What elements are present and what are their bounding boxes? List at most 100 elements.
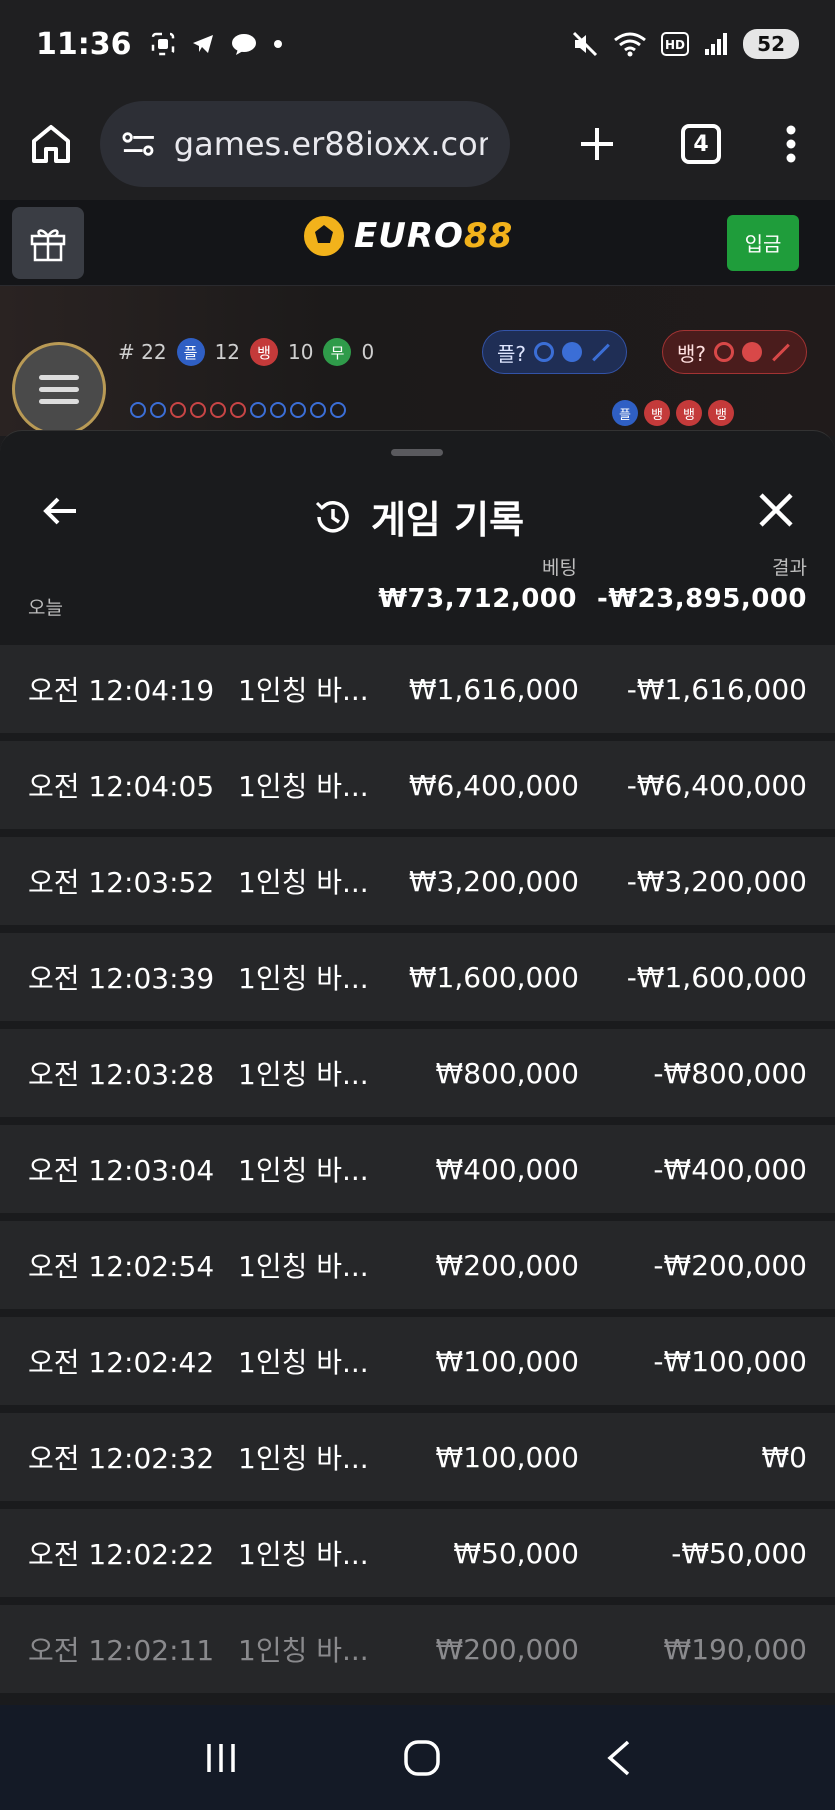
history-row[interactable]: 오전 12:04:05 1인칭 바... ₩6,400,000 -₩6,400,000 xyxy=(0,741,835,829)
round-stats: # 22 플 12 뱅 10 무 0 xyxy=(118,338,374,366)
tie-chip: 무 xyxy=(323,338,352,366)
row-result: -₩1,600,000 xyxy=(626,960,807,994)
round-number: # 22 xyxy=(118,340,167,364)
row-game: 1인칭 바... xyxy=(238,1250,369,1283)
recent-results: 플 뱅 뱅 뱅 xyxy=(612,400,734,426)
row-game: 1인칭 바... xyxy=(238,1154,369,1187)
browser-toolbar: games.er88ioxx.com 4 xyxy=(0,88,835,200)
row-game: 1인칭 바... xyxy=(238,1346,369,1379)
row-time: 오전 12:03:52 xyxy=(28,866,215,899)
row-game: 1인칭 바... xyxy=(238,1442,369,1475)
row-result: ₩0 xyxy=(761,1440,808,1474)
row-game: 1인칭 바... xyxy=(238,770,369,803)
history-summary: 오늘 베팅 ₩73,712,000 결과 -₩23,895,000 xyxy=(0,553,835,625)
row-time: 오전 12:02:32 xyxy=(28,1442,215,1475)
url-text: games.er88ioxx.com xyxy=(173,125,488,163)
logo-prefix: EURO xyxy=(354,216,464,256)
row-bet: ₩400,000 xyxy=(435,1152,579,1186)
sheet-title: 게임 기록 xyxy=(370,498,525,542)
telegram-icon xyxy=(192,35,213,53)
row-time: 오전 12:04:05 xyxy=(28,770,215,803)
row-result: -₩50,000 xyxy=(671,1536,807,1570)
row-bet: ₩100,000 xyxy=(435,1440,579,1474)
bead-road xyxy=(130,402,346,418)
row-bet: ₩200,000 xyxy=(435,1632,579,1666)
row-result: -₩1,616,000 xyxy=(626,672,807,706)
game-menu-button[interactable] xyxy=(12,342,106,436)
history-row[interactable]: 오전 12:02:42 1인칭 바... ₩100,000 -₩100,000 xyxy=(0,1317,835,1405)
history-row[interactable]: 오전 12:03:04 1인칭 바... ₩400,000 -₩400,000 xyxy=(0,1125,835,1213)
row-result: -₩400,000 xyxy=(653,1152,807,1186)
row-game: 1인칭 바... xyxy=(238,1538,369,1571)
game-status-strip: # 22 플 12 뱅 10 무 0 플? 뱅? 플 뱅 뱅 뱅 xyxy=(0,286,835,436)
close-icon[interactable] xyxy=(757,491,795,529)
recent-result-chip: 뱅 xyxy=(676,400,702,426)
screenshot-icon xyxy=(151,32,174,56)
player-predict-label: 플? xyxy=(497,341,527,366)
row-time: 오전 12:03:04 xyxy=(28,1154,215,1187)
row-time: 오전 12:02:22 xyxy=(28,1538,215,1571)
row-bet: ₩100,000 xyxy=(435,1344,579,1378)
row-time: 오전 12:03:28 xyxy=(28,1058,215,1091)
today-label: 오늘 xyxy=(28,597,63,619)
tab-switcher-button[interactable]: 4 xyxy=(681,124,721,164)
total-bet: ₩73,712,000 xyxy=(378,584,577,614)
player-predict-button[interactable]: 플? xyxy=(482,330,628,374)
address-bar[interactable]: games.er88ioxx.com xyxy=(100,101,510,187)
history-row[interactable]: 오전 12:03:39 1인칭 바... ₩1,600,000 -₩1,600,000 xyxy=(0,933,835,1021)
chat-app-icon xyxy=(231,34,256,55)
row-game: 1인칭 바... xyxy=(238,1058,369,1091)
row-game: 1인칭 바... xyxy=(238,1634,369,1667)
home-icon[interactable] xyxy=(28,121,74,167)
site-logo[interactable]: EURO88 xyxy=(300,212,513,260)
row-result: -₩800,000 xyxy=(653,1056,807,1090)
signal-icon xyxy=(705,33,728,55)
row-bet: ₩6,400,000 xyxy=(408,768,579,802)
history-row[interactable]: 오전 12:02:54 1인칭 바... ₩200,000 -₩200,000 xyxy=(0,1221,835,1309)
row-result: -₩6,400,000 xyxy=(626,768,807,802)
bet-column-label: 베팅 xyxy=(542,557,577,579)
history-icon xyxy=(315,500,349,533)
drag-handle[interactable] xyxy=(391,449,443,456)
recent-apps-icon[interactable] xyxy=(201,1741,241,1775)
more-options-icon[interactable] xyxy=(785,124,797,164)
row-time: 오전 12:02:11 xyxy=(28,1634,215,1667)
home-nav-icon[interactable] xyxy=(402,1738,442,1778)
history-row[interactable]: 오전 12:03:52 1인칭 바... ₩3,200,000 -₩3,200,000 xyxy=(0,837,835,925)
history-row[interactable]: 오전 12:03:28 1인칭 바... ₩800,000 -₩800,000 xyxy=(0,1029,835,1117)
recent-result-chip: 뱅 xyxy=(708,400,734,426)
history-row[interactable]: 오전 12:02:32 1인칭 바... ₩100,000 ₩0 xyxy=(0,1413,835,1501)
row-time: 오전 12:04:19 xyxy=(28,674,215,707)
row-time: 오전 12:03:39 xyxy=(28,962,215,995)
row-result: ₩190,000 xyxy=(663,1632,807,1666)
history-row[interactable]: 오전 12:04:19 1인칭 바... ₩1,616,000 -₩1,616,000 xyxy=(0,645,835,733)
row-game: 1인칭 바... xyxy=(238,962,369,995)
battery-level: 52 xyxy=(743,29,799,59)
logo-suffix: 88 xyxy=(463,216,514,256)
row-bet: ₩50,000 xyxy=(453,1536,579,1570)
row-bet: ₩3,200,000 xyxy=(408,864,579,898)
deposit-button[interactable]: 입금 xyxy=(727,214,799,271)
svg-text:HD: HD xyxy=(665,38,685,52)
banker-predict-button[interactable]: 뱅? xyxy=(662,330,808,374)
status-bar: 11:36 HD 52 xyxy=(0,0,835,88)
site-header: EURO88 입금 xyxy=(0,200,835,286)
soccer-ball-icon xyxy=(302,214,346,258)
row-bet: ₩1,600,000 xyxy=(408,960,579,994)
history-row[interactable]: 오전 12:02:22 1인칭 바... ₩50,000 -₩50,000 xyxy=(0,1509,835,1597)
hd-icon: HD xyxy=(661,32,690,56)
banker-predict-label: 뱅? xyxy=(677,341,707,366)
row-bet: ₩800,000 xyxy=(435,1056,579,1090)
site-settings-icon[interactable] xyxy=(122,129,156,159)
history-list: 오전 12:04:19 1인칭 바... ₩1,616,000 -₩1,616,000… xyxy=(0,645,835,1701)
back-nav-icon[interactable] xyxy=(604,1738,634,1778)
sheet-header: 게임 기록 xyxy=(0,471,835,553)
player-chip: 플 xyxy=(176,338,205,366)
new-tab-icon[interactable] xyxy=(577,124,617,164)
history-row[interactable]: 오전 12:02:11 1인칭 바... ₩200,000 ₩190,000 xyxy=(0,1605,835,1693)
gift-button[interactable] xyxy=(12,206,84,279)
row-result: -₩200,000 xyxy=(653,1248,807,1282)
tie-count: 0 xyxy=(361,340,375,364)
recent-result-chip: 플 xyxy=(612,400,638,426)
mute-icon xyxy=(573,31,598,57)
